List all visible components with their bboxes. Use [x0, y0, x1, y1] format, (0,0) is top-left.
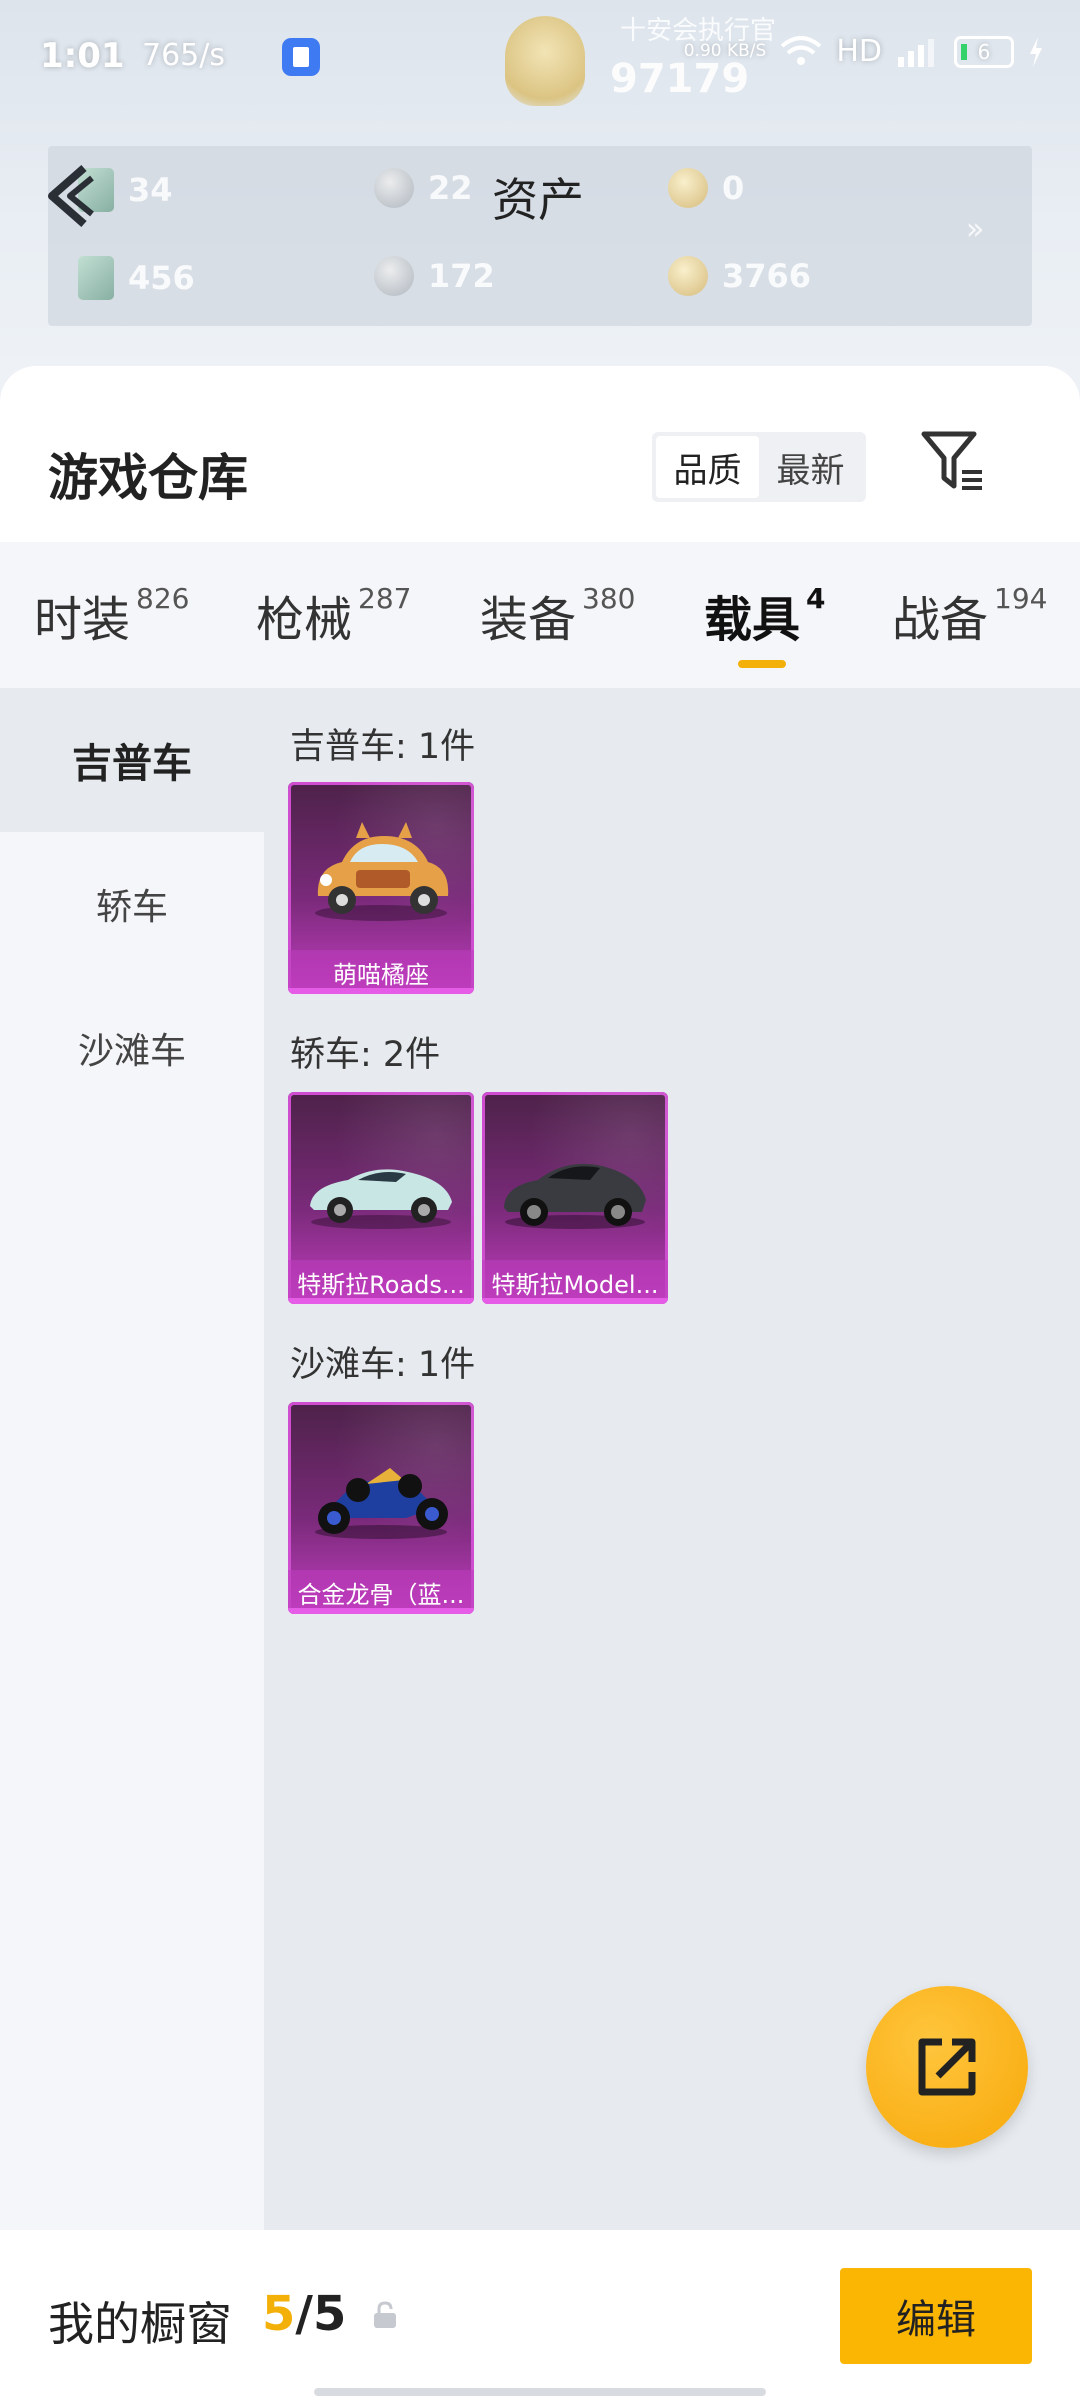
assets-title: 资产	[492, 173, 584, 227]
asset-item: 3766	[668, 256, 811, 296]
charging-icon	[1030, 36, 1042, 67]
asset-item: 22	[374, 168, 473, 208]
asset-value: 456	[128, 259, 195, 297]
vehicle-item-card[interactable]: 特斯拉Model...	[482, 1092, 668, 1304]
lock-icon	[374, 2301, 396, 2328]
asset-item: 0	[668, 168, 744, 208]
vehicle-item-card[interactable]: 特斯拉Roads...	[288, 1092, 474, 1304]
tab-weapons[interactable]: 枪械 287	[256, 580, 411, 650]
rarity-line	[482, 1298, 668, 1304]
silver-coin-icon	[374, 256, 414, 296]
status-time: 1:01	[40, 36, 125, 76]
tab-label: 时装	[34, 592, 131, 648]
signal-icon	[898, 38, 934, 67]
tab-count: 826	[136, 582, 190, 615]
tab-equipment[interactable]: 装备 380	[480, 580, 635, 650]
back-arrow-icon[interactable]	[40, 160, 100, 230]
tab-count: 287	[358, 582, 412, 615]
gold-coin-icon	[668, 168, 708, 208]
home-indicator[interactable]	[314, 2388, 766, 2396]
vehicle-item-card[interactable]: 萌喵橘座	[288, 782, 474, 994]
player-name: 十安会执行官	[620, 16, 777, 46]
green-card-icon	[78, 256, 114, 300]
model-car-image	[504, 1163, 646, 1229]
showcase-label: 我的橱窗	[48, 2297, 232, 2351]
section-title-jeep: 吉普车: 1件	[290, 727, 476, 767]
filter-icon[interactable]	[920, 428, 986, 494]
sort-quality-button[interactable]: 品质	[656, 436, 759, 498]
asset-item: 456	[78, 256, 195, 300]
silver-coin-icon	[374, 168, 414, 208]
rank-emblem	[505, 16, 585, 106]
tab-count: 4	[806, 582, 826, 615]
vehicle-subcategory-sidebar: 吉普车 轿车 沙滩车	[0, 688, 264, 2234]
roadster-car-image	[310, 1169, 452, 1229]
network-type: HD	[836, 34, 882, 69]
status-speed: 765/s	[142, 38, 225, 73]
asset-value: 3766	[722, 257, 812, 295]
section-title-buggy: 沙滩车: 1件	[290, 1345, 476, 1385]
tab-count: 194	[994, 582, 1048, 615]
active-tab-indicator	[738, 660, 786, 668]
asset-value: 22	[428, 169, 473, 207]
category-tabs: 时装 826 枪械 287 装备 380 载具 4 战备 194	[0, 542, 1080, 688]
rarity-line	[288, 1608, 474, 1614]
tab-fashion[interactable]: 时装 826	[34, 580, 189, 650]
sidebar-item-sedan[interactable]: 轿车	[0, 832, 264, 976]
tab-vehicles[interactable]: 载具 4	[704, 580, 826, 650]
sidebar-item-jeep[interactable]: 吉普车	[0, 688, 264, 832]
page-title: 游戏仓库	[48, 449, 248, 507]
showcase-total: 5	[312, 2286, 347, 2342]
sort-newest-button[interactable]: 最新	[759, 436, 862, 498]
wifi-icon	[781, 35, 822, 65]
alloid-buggy-image	[315, 1468, 448, 1539]
tab-label: 装备	[480, 592, 577, 648]
gold-coin-icon	[668, 256, 708, 296]
battery-icon: 6	[954, 35, 1014, 68]
bottom-bar: 我的橱窗 5/5 编辑	[0, 2230, 1080, 2400]
rarity-line	[288, 1298, 474, 1304]
cat-car-image	[315, 822, 449, 921]
sort-toggle: 品质 最新	[652, 432, 866, 502]
player-score: 97179	[610, 56, 750, 102]
tab-label: 枪械	[256, 592, 353, 648]
share-export-icon	[918, 2038, 976, 2096]
app-notification-icon	[282, 38, 320, 76]
tab-combat-gear[interactable]: 战备 194	[892, 580, 1047, 650]
asset-item: 172	[374, 256, 495, 296]
vehicle-item-card[interactable]: 合金龙骨（蓝...	[288, 1402, 474, 1614]
showcase-separator: /	[295, 2286, 313, 2342]
tab-label: 载具	[704, 592, 801, 648]
tab-label: 战备	[892, 592, 989, 648]
tab-count: 380	[582, 582, 636, 615]
edit-button[interactable]: 编辑	[840, 2268, 1032, 2364]
chevron-right-double-icon[interactable]: »	[966, 212, 984, 247]
showcase-current: 5	[262, 2286, 296, 2342]
section-title-sedan: 轿车: 2件	[290, 1035, 441, 1075]
asset-value: 0	[722, 169, 745, 207]
showcase-count: 5/5	[262, 2286, 346, 2342]
asset-value: 34	[128, 171, 173, 209]
sidebar-item-buggy[interactable]: 沙滩车	[0, 976, 264, 1120]
rarity-line	[288, 988, 474, 994]
share-fab-button[interactable]	[866, 1986, 1028, 2148]
asset-value: 172	[428, 257, 495, 295]
